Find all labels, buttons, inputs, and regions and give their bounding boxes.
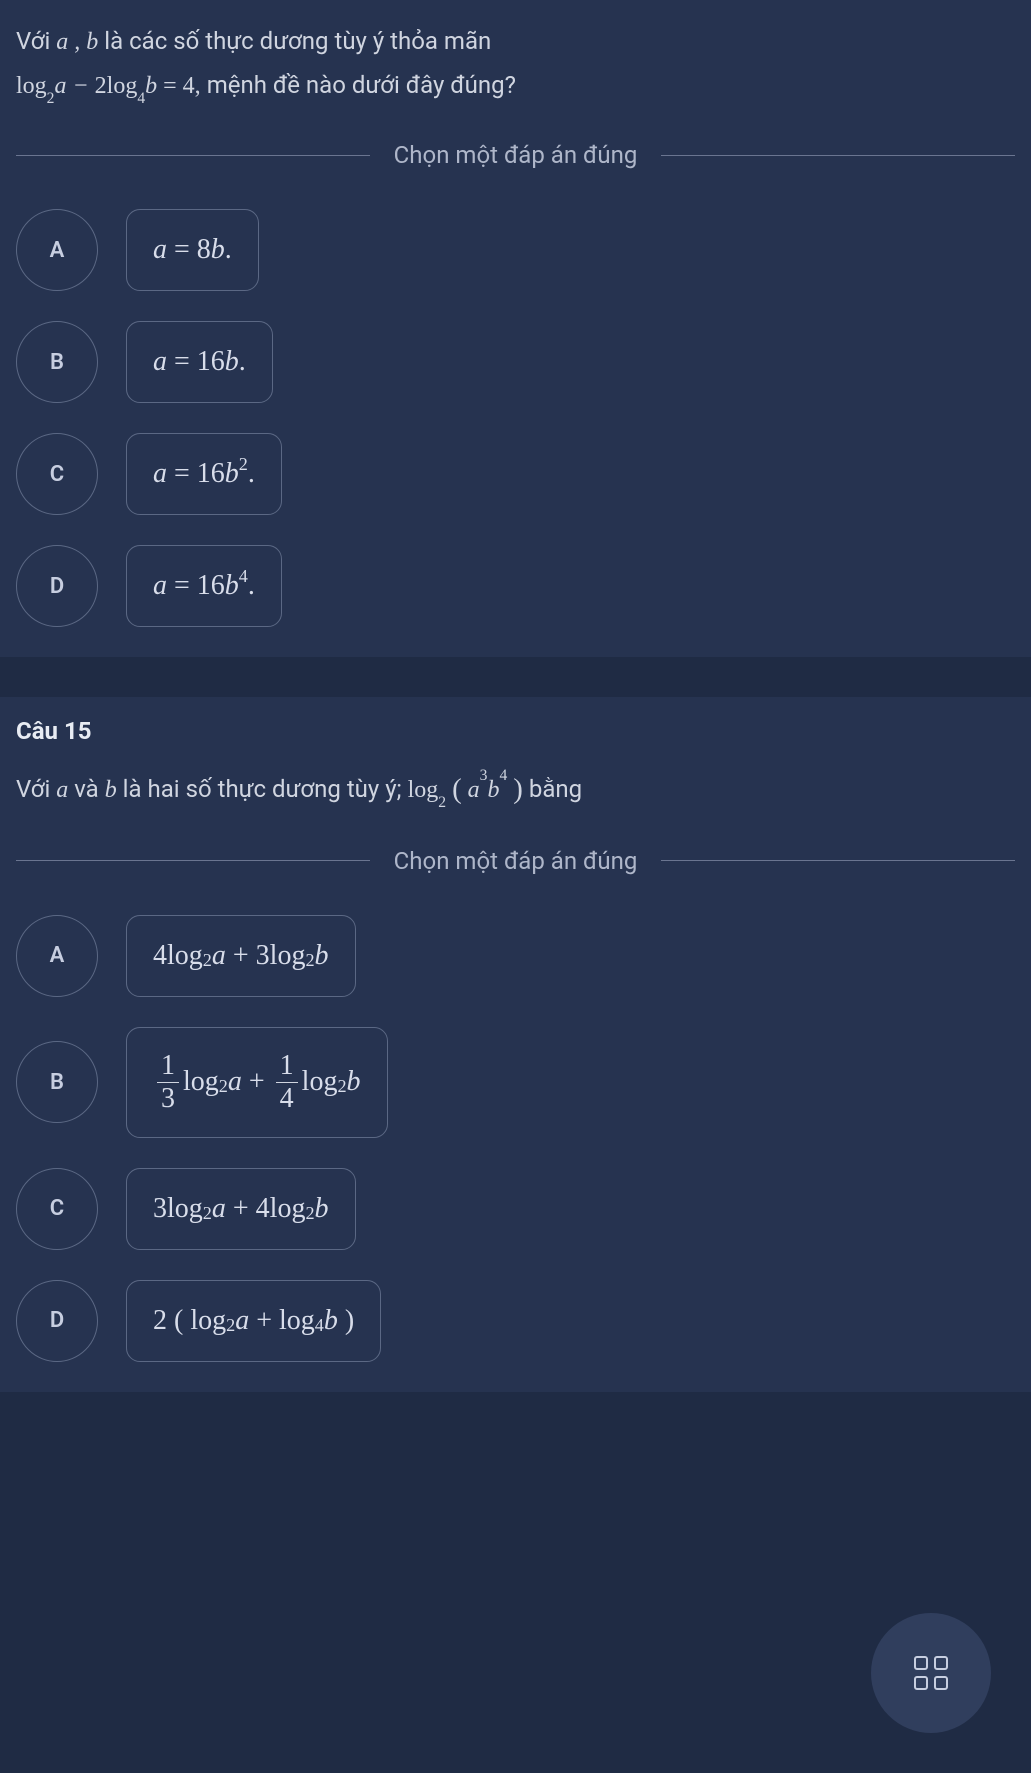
stem-text: và [74,775,104,803]
option-d[interactable]: D 2 ( log2a + log4b ) [16,1280,1015,1362]
grid-icon [914,1656,948,1690]
option-letter: B [16,321,98,403]
option-letter: C [16,433,98,515]
q15-expression: log2 ( a3b4 ) [408,777,529,803]
grid-menu-button[interactable] [871,1613,991,1733]
divider-text: Chọn một đáp án đúng [370,141,662,169]
q14-options: A a = 8b. B a = 16b. C a = 16b2. D a = 1… [16,209,1015,627]
divider-line [661,860,1015,861]
divider-text: Chọn một đáp án đúng [370,847,662,875]
option-letter: C [16,1168,98,1250]
option-d[interactable]: D a = 16b4. [16,545,1015,627]
stem-text: là hai số thực dương tùy ý; [123,775,408,803]
option-content: 13log2a + 14log2b [126,1027,388,1138]
option-content: a = 16b2. [126,433,282,515]
option-content: 2 ( log2a + log4b ) [126,1280,381,1362]
option-content: a = 8b. [126,209,259,291]
choose-divider: Chọn một đáp án đúng [16,141,1015,169]
stem-text: Với [16,27,56,55]
option-c[interactable]: C a = 16b2. [16,433,1015,515]
choose-divider: Chọn một đáp án đúng [16,847,1015,875]
var-a: a [56,29,68,55]
option-letter: D [16,545,98,627]
option-a[interactable]: A a = 8b. [16,209,1015,291]
question-14-stem: Với a , b là các số thực dương tùy ý thỏ… [16,20,1015,109]
option-letter: B [16,1041,98,1123]
stem-text: là các số thực dương tùy ý thỏa mãn [104,27,491,55]
question-14: Với a , b là các số thực dương tùy ý thỏ… [0,0,1031,657]
question-title: Câu 15 [16,717,1015,745]
option-content: 4log2a + 3log2b [126,915,356,997]
stem-text: mệnh đề nào dưới đây đúng? [207,71,516,99]
var-b: b [105,777,117,803]
var-a: a [56,777,68,803]
option-content: 3log2a + 4log2b [126,1168,356,1250]
stem-text: bằng [529,775,582,803]
option-content: a = 16b4. [126,545,282,627]
option-letter: D [16,1280,98,1362]
q15-options: A 4log2a + 3log2b B 13log2a + 14log2b C … [16,915,1015,1362]
divider-line [16,860,370,861]
option-letter: A [16,209,98,291]
question-gap [0,657,1031,697]
divider-line [16,155,370,156]
var-b: b [86,29,98,55]
option-a[interactable]: A 4log2a + 3log2b [16,915,1015,997]
option-c[interactable]: C 3log2a + 4log2b [16,1168,1015,1250]
comma: , [68,29,86,55]
option-b[interactable]: B a = 16b. [16,321,1015,403]
stem-text: Với [16,775,56,803]
divider-line [661,155,1015,156]
option-content: a = 16b. [126,321,273,403]
question-15-stem: Với a và b là hai số thực dương tùy ý; l… [16,763,1015,815]
question-15: Câu 15 Với a và b là hai số thực dương t… [0,697,1031,1392]
option-b[interactable]: B 13log2a + 14log2b [16,1027,1015,1138]
q14-equation: log2a − 2log4b = 4, [16,73,207,99]
option-letter: A [16,915,98,997]
